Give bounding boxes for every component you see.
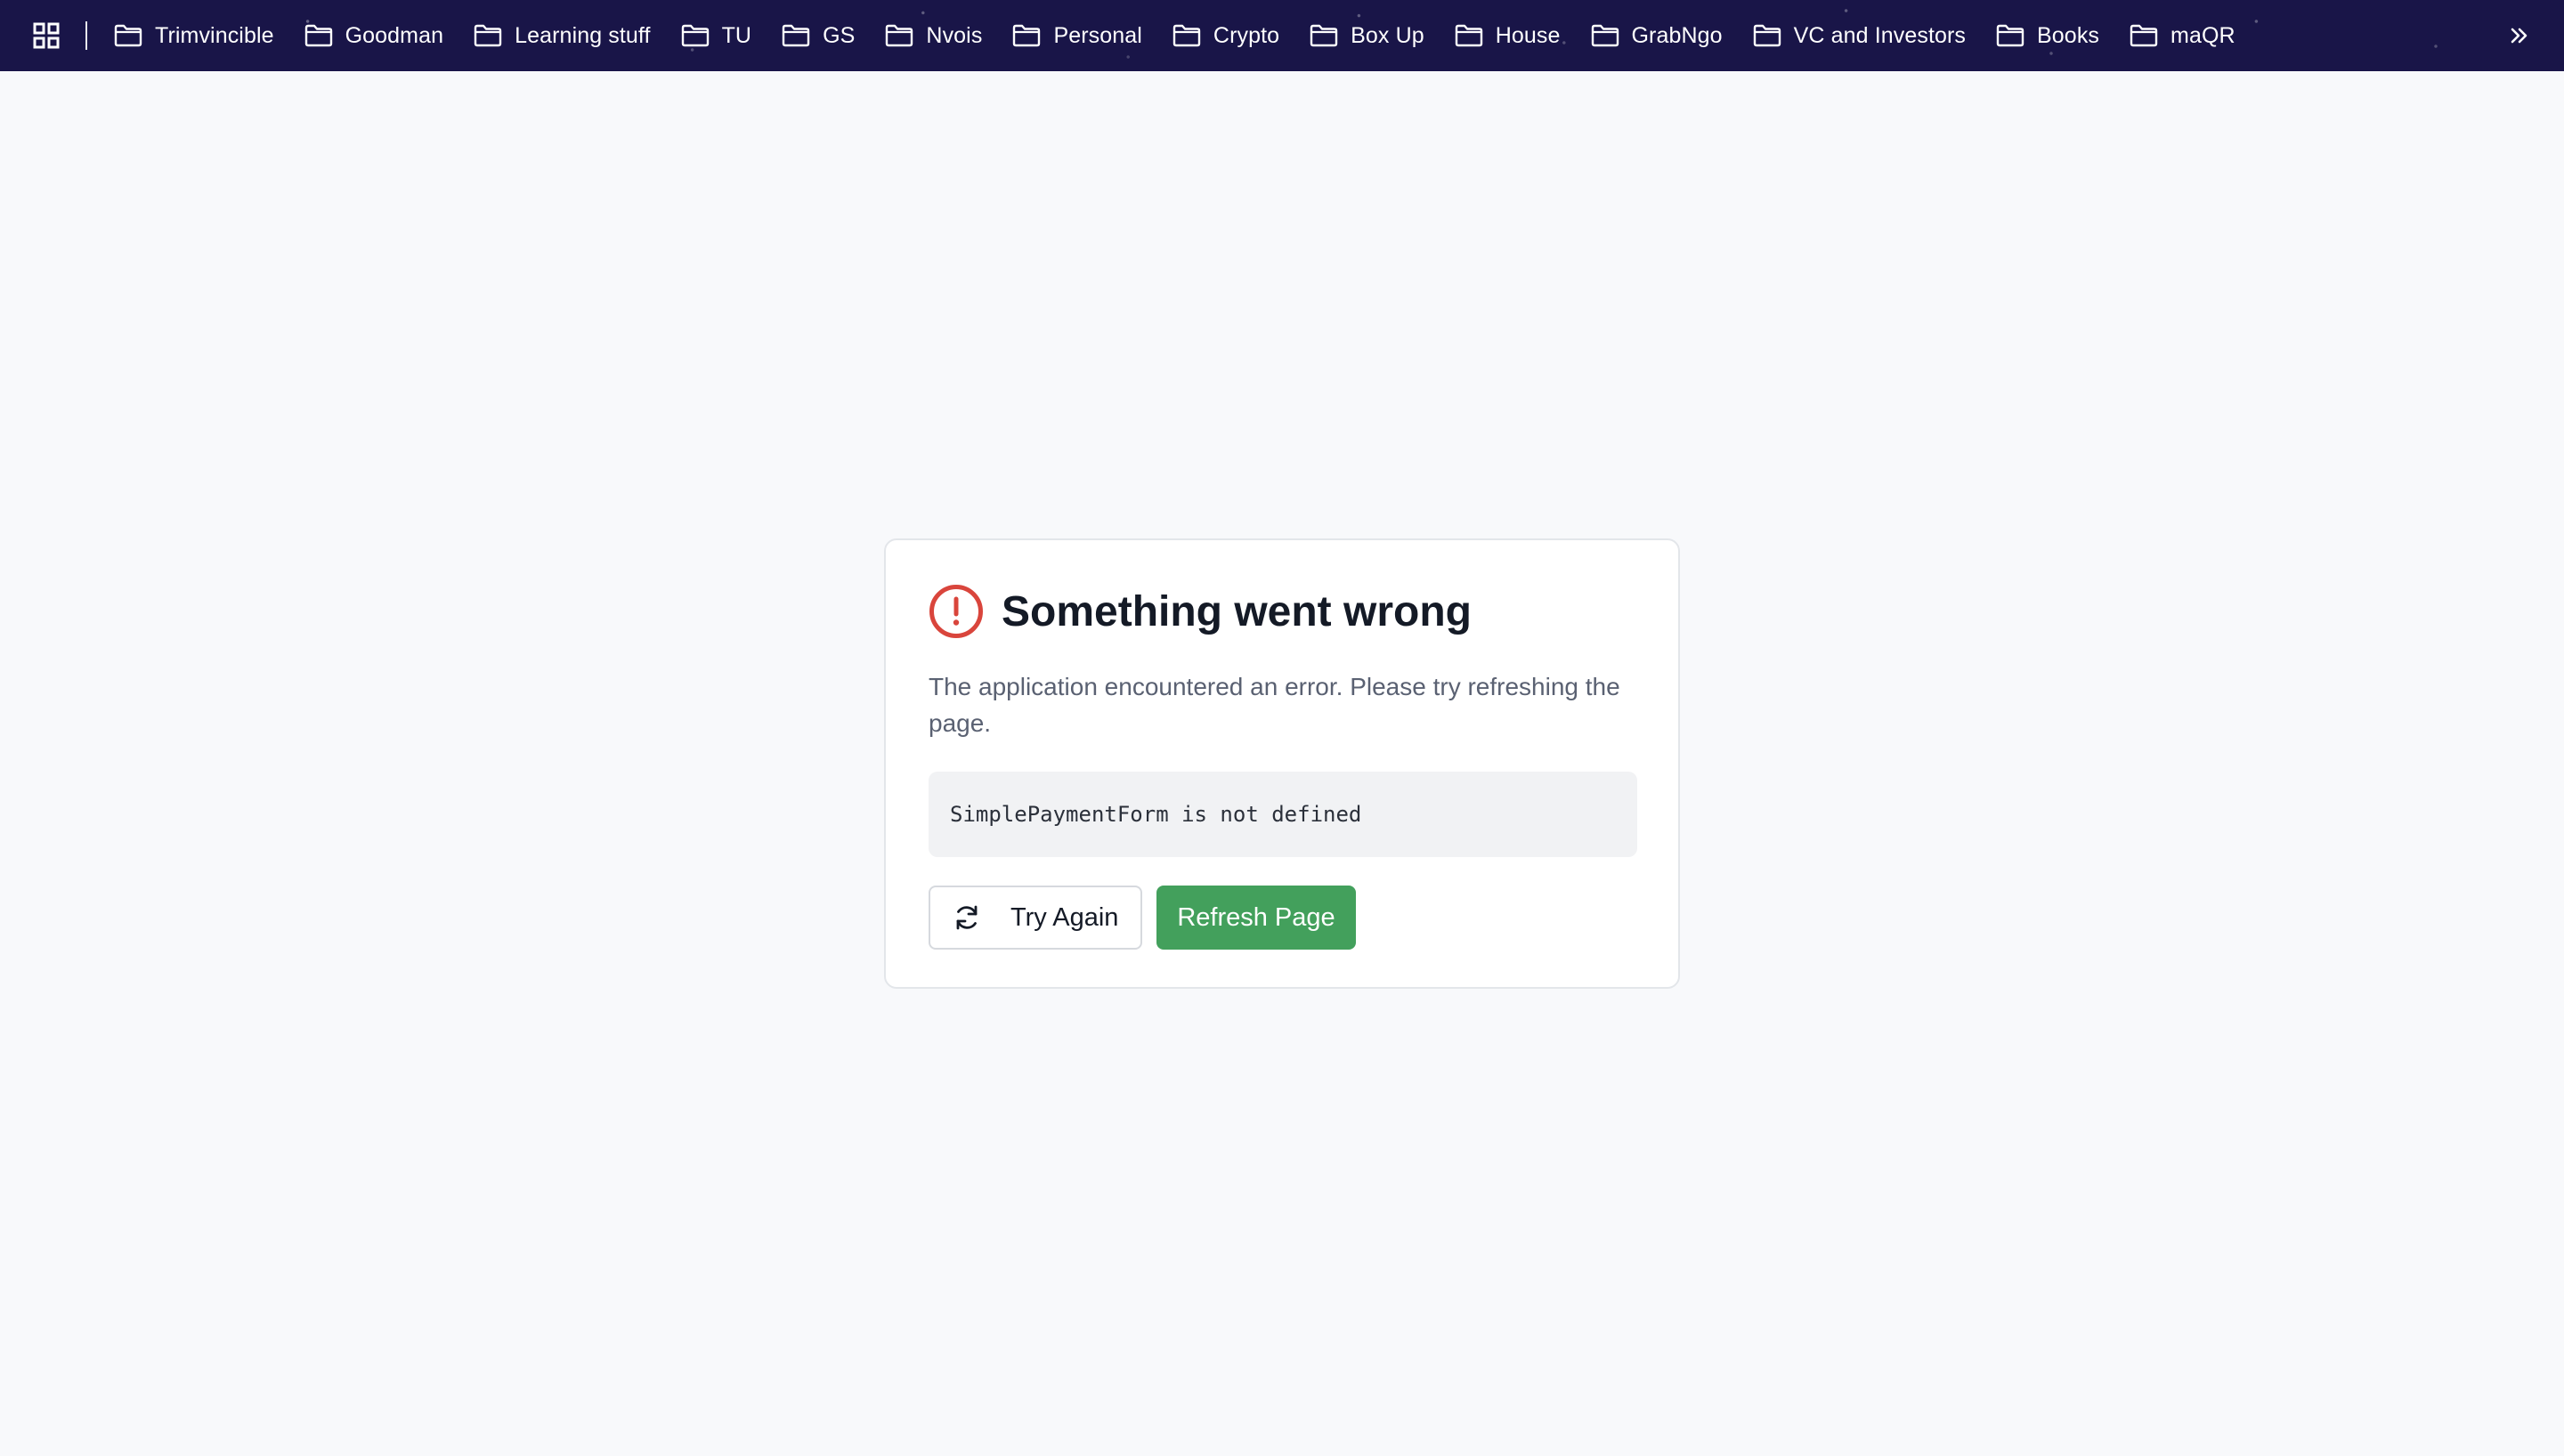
bookmark-label: Trimvincible	[155, 22, 274, 48]
folder-icon	[1310, 24, 1338, 47]
folder-icon	[1013, 24, 1041, 47]
bookmark-label: Books	[2037, 22, 2100, 48]
folder-icon	[886, 24, 913, 47]
bookmark-label: Learning stuff	[515, 22, 651, 48]
error-title: Something went wrong	[1002, 587, 1472, 635]
apps-grid-icon[interactable]	[28, 18, 64, 53]
bookmark-label: VC and Investors	[1793, 22, 1967, 48]
error-details: SimplePaymentForm is not defined	[929, 772, 1637, 857]
bookmark-folder[interactable]: GrabNgo	[1591, 11, 1732, 61]
error-header: Something went wrong	[929, 583, 1635, 640]
bookmark-label: Goodman	[345, 22, 444, 48]
bookmark-label: Personal	[1053, 22, 1142, 48]
folder-icon	[1455, 24, 1482, 47]
bookmark-folder[interactable]: Box Up	[1310, 11, 1433, 61]
bookmark-label: Crypto	[1213, 22, 1280, 48]
bookmarks-bar: Trimvincible Goodman Learning stuff TU GS Nvo…	[0, 0, 2564, 71]
refresh-page-button[interactable]: Refresh Page	[1156, 886, 1356, 950]
folder-icon	[1753, 24, 1781, 47]
bookmark-folder[interactable]: Nvois	[885, 11, 991, 61]
folder-icon	[304, 24, 332, 47]
error-card: Something went wrong The application enc…	[884, 538, 1680, 989]
refresh-icon	[956, 905, 978, 930]
folder-icon	[1996, 24, 2024, 47]
try-again-button[interactable]: Try Again	[929, 886, 1142, 950]
folder-icon	[782, 24, 810, 47]
bookmark-folder[interactable]: Learning stuff	[474, 11, 659, 61]
bookmark-label: maQR	[2170, 22, 2235, 48]
refresh-page-label: Refresh Page	[1177, 902, 1335, 932]
try-again-label: Try Again	[1010, 902, 1119, 932]
folder-icon	[681, 24, 709, 47]
folder-icon	[474, 24, 502, 47]
alert-circle-icon	[929, 585, 983, 638]
bookmark-label: GrabNgo	[1631, 22, 1723, 48]
bookmark-folder[interactable]: Crypto	[1172, 11, 1288, 61]
folder-icon	[1172, 24, 1201, 47]
bookmark-folder[interactable]: VC and Investors	[1753, 11, 1975, 61]
bookmark-label: House	[1495, 22, 1561, 48]
bookmark-folder[interactable]: maQR	[2130, 11, 2244, 61]
bookmark-folder[interactable]: Goodman	[304, 11, 453, 61]
error-actions: Try Again Refresh Page	[929, 886, 1635, 950]
folder-icon	[1591, 24, 1619, 47]
bookmark-label: GS	[823, 22, 856, 48]
bookmark-folder[interactable]: GS	[782, 11, 864, 61]
bookmark-folder[interactable]: Trimvincible	[114, 11, 283, 61]
bookmark-list: Trimvincible Goodman Learning stuff TU GS Nvo…	[114, 11, 2266, 61]
bookmark-label: Nvois	[926, 22, 983, 48]
bookmark-folder[interactable]: Personal	[1012, 11, 1150, 61]
bookmarks-divider	[85, 21, 87, 50]
bookmark-folder[interactable]: Books	[1996, 11, 2108, 61]
bookmark-label: Box Up	[1351, 22, 1424, 48]
chevron-double-right-icon[interactable]	[2502, 18, 2537, 53]
error-message: The application encountered an error. Pl…	[929, 673, 1620, 737]
bookmark-label: TU	[721, 22, 752, 48]
folder-icon	[114, 24, 142, 47]
bookmark-folder[interactable]: TU	[681, 11, 761, 61]
bookmark-folder[interactable]: House	[1455, 11, 1570, 61]
folder-icon	[2130, 24, 2158, 47]
